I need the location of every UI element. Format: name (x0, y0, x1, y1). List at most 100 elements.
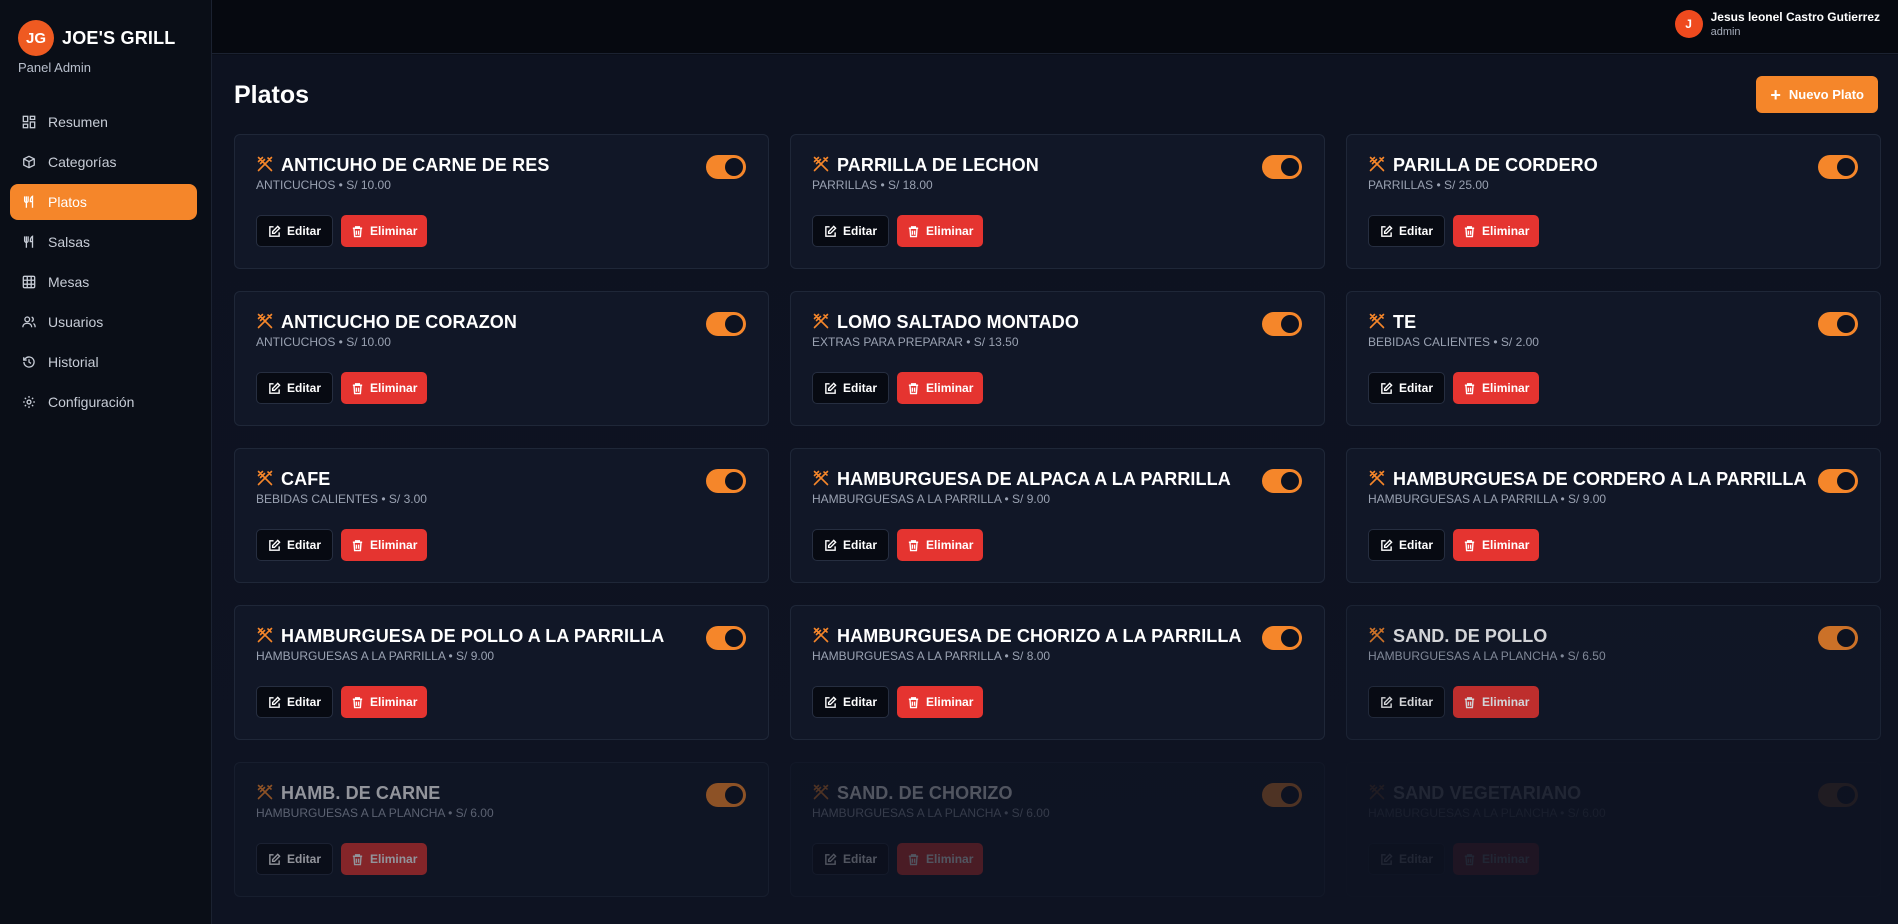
availability-toggle[interactable] (1818, 155, 1858, 179)
dish-actions: Editar Eliminar (256, 686, 428, 718)
delete-button[interactable]: Eliminar (1453, 215, 1540, 247)
availability-toggle[interactable] (1818, 469, 1858, 493)
trash-icon (352, 539, 363, 551)
delete-button[interactable]: Eliminar (897, 686, 984, 718)
delete-label: Eliminar (370, 852, 418, 866)
dish-card: LOMO SALTADO MONTADO EXTRAS PARA PREPARA… (790, 291, 1325, 426)
edit-button[interactable]: Editar (812, 686, 890, 718)
availability-toggle[interactable] (706, 783, 746, 807)
edit-label: Editar (1399, 381, 1434, 395)
dish-card: PARILLA DE CORDERO PARRILLAS • S/ 25.00 … (1346, 134, 1881, 269)
delete-button[interactable]: Eliminar (1453, 686, 1540, 718)
dish-name: ANTICUCHO DE CORAZON (281, 312, 517, 332)
delete-button[interactable]: Eliminar (1453, 372, 1540, 404)
availability-toggle[interactable] (1262, 312, 1302, 336)
availability-toggle[interactable] (706, 312, 746, 336)
dish-category-price: HAMBURGUESAS A LA PARRILLA • S/ 9.00 (256, 649, 495, 663)
utensils-icon (23, 235, 34, 248)
availability-toggle[interactable] (1818, 626, 1858, 650)
edit-button[interactable]: Editar (1368, 372, 1446, 404)
utensils-crossed-icon (1369, 784, 1385, 800)
sidebar-item-configuracion[interactable]: Configuración (10, 384, 197, 420)
delete-button[interactable]: Eliminar (897, 215, 984, 247)
user-name: Jesus leonel Castro Gutierrez (1710, 10, 1880, 24)
edit-button[interactable]: Editar (256, 215, 334, 247)
availability-toggle[interactable] (1262, 469, 1302, 493)
edit-button[interactable]: Editar (256, 843, 334, 875)
edit-button[interactable]: Editar (812, 843, 890, 875)
delete-button[interactable]: Eliminar (1453, 843, 1540, 875)
trash-icon (908, 539, 919, 551)
trash-icon (908, 382, 919, 394)
new-dish-button[interactable]: + Nuevo Plato (1756, 76, 1878, 113)
sidebar-item-historial[interactable]: Historial (10, 344, 197, 380)
dish-name: HAMBURGUESA DE POLLO A LA PARRILLA (281, 626, 665, 646)
utensils-crossed-icon (1369, 156, 1385, 172)
availability-toggle[interactable] (706, 626, 746, 650)
delete-label: Eliminar (370, 224, 418, 238)
brand[interactable]: JG JOE'S GRILL (18, 20, 176, 56)
edit-button[interactable]: Editar (256, 372, 334, 404)
history-icon (23, 356, 35, 368)
sidebar-item-platos[interactable]: Platos (10, 184, 197, 220)
edit-icon (1381, 695, 1393, 708)
delete-button[interactable]: Eliminar (341, 215, 428, 247)
dish-name: HAMB. DE CARNE (281, 783, 441, 803)
sidebar-item-label: Mesas (48, 274, 90, 290)
dish-category-price: HAMBURGUESAS A LA PLANCHA • S/ 6.50 (1368, 649, 1606, 663)
availability-toggle[interactable] (706, 469, 746, 493)
dashboard-icon (22, 115, 36, 129)
new-dish-label: Nuevo Plato (1788, 87, 1864, 102)
delete-button[interactable]: Eliminar (897, 529, 984, 561)
edit-button[interactable]: Editar (1368, 686, 1446, 718)
edit-button[interactable]: Editar (1368, 843, 1446, 875)
sidebar: JG JOE'S GRILL Panel Admin Resumen Categ… (0, 0, 212, 924)
edit-icon (1381, 224, 1393, 237)
edit-button[interactable]: Editar (812, 529, 890, 561)
sidebar-item-salsas[interactable]: Salsas (10, 224, 197, 260)
edit-button[interactable]: Editar (812, 372, 890, 404)
dish-actions: Editar Eliminar (812, 686, 984, 718)
delete-button[interactable]: Eliminar (341, 686, 428, 718)
delete-label: Eliminar (370, 538, 418, 552)
trash-icon (1464, 225, 1475, 237)
dish-name: SAND. DE CHORIZO (837, 783, 1013, 803)
delete-button[interactable]: Eliminar (897, 843, 984, 875)
delete-button[interactable]: Eliminar (341, 529, 428, 561)
availability-toggle[interactable] (1818, 312, 1858, 336)
user-menu[interactable]: J Jesus leonel Castro Gutierrez admin (1674, 10, 1880, 38)
delete-button[interactable]: Eliminar (341, 843, 428, 875)
edit-button[interactable]: Editar (812, 215, 890, 247)
sidebar-item-resumen[interactable]: Resumen (10, 104, 197, 140)
edit-button[interactable]: Editar (256, 686, 334, 718)
dish-actions: Editar Eliminar (1368, 529, 1540, 561)
edit-button[interactable]: Editar (1368, 529, 1446, 561)
edit-button[interactable]: Editar (1368, 215, 1446, 247)
edit-button[interactable]: Editar (256, 529, 334, 561)
delete-button[interactable]: Eliminar (1453, 529, 1540, 561)
utensils-crossed-icon (257, 470, 273, 486)
trash-icon (1464, 696, 1475, 708)
trash-icon (1464, 539, 1475, 551)
dish-actions: Editar Eliminar (812, 215, 984, 247)
availability-toggle[interactable] (1262, 626, 1302, 650)
utensils-crossed-icon (813, 627, 829, 643)
sidebar-item-label: Salsas (48, 234, 91, 250)
dish-actions: Editar Eliminar (1368, 215, 1540, 247)
delete-button[interactable]: Eliminar (897, 372, 984, 404)
edit-icon (269, 852, 281, 865)
availability-toggle[interactable] (1262, 783, 1302, 807)
sidebar-item-categorias[interactable]: Categorías (10, 144, 197, 180)
delete-button[interactable]: Eliminar (341, 372, 428, 404)
page-title: Platos (234, 81, 310, 109)
dish-category-price: HAMBURGUESAS A LA PLANCHA • S/ 6.00 (812, 806, 1050, 820)
availability-toggle[interactable] (706, 155, 746, 179)
sidebar-item-mesas[interactable]: Mesas (10, 264, 197, 300)
dish-actions: Editar Eliminar (812, 372, 984, 404)
availability-toggle[interactable] (1262, 155, 1302, 179)
edit-label: Editar (1399, 538, 1434, 552)
availability-toggle[interactable] (1818, 783, 1858, 807)
delete-label: Eliminar (370, 695, 418, 709)
edit-icon (269, 538, 281, 551)
sidebar-item-usuarios[interactable]: Usuarios (10, 304, 197, 340)
